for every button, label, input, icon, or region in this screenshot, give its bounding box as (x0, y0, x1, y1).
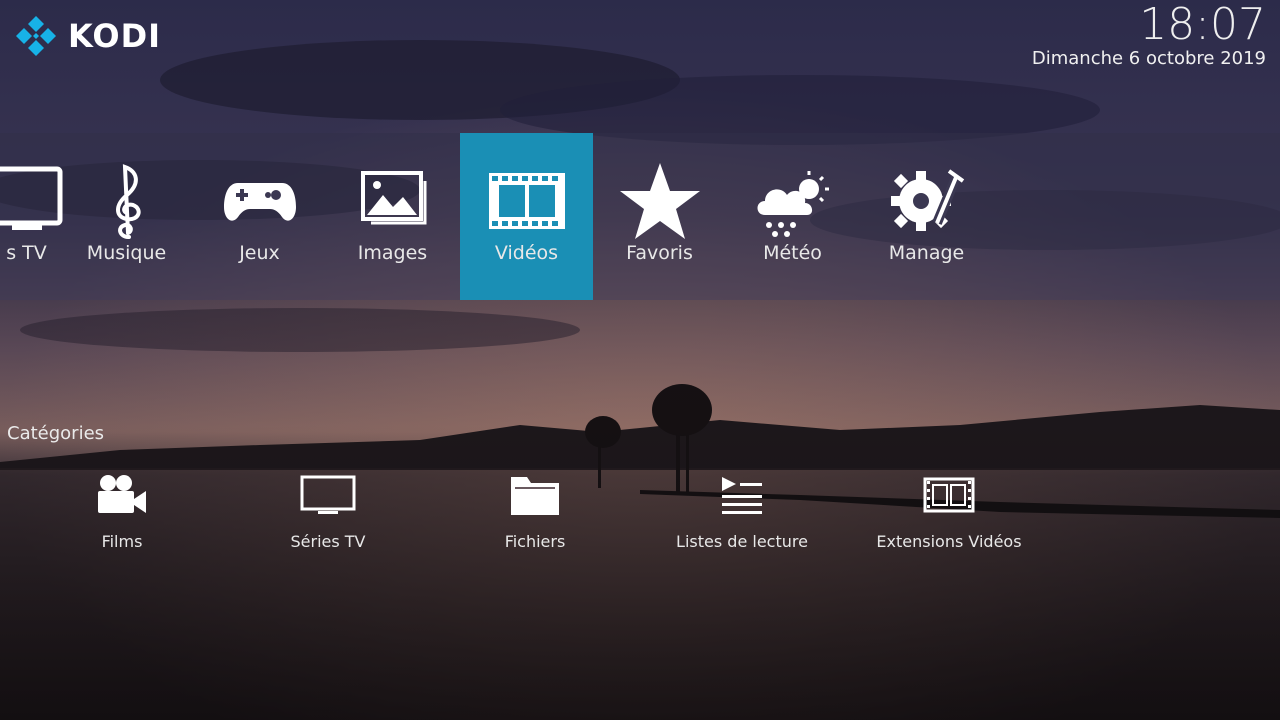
category-label: Extensions Vidéos (876, 532, 1022, 551)
clock-time: 18:07 (1139, 0, 1266, 50)
category-playlists[interactable]: Listes de lecture (662, 470, 822, 551)
film-icon (923, 477, 975, 513)
menu-item-music[interactable]: Musique (60, 133, 193, 300)
menu-item-label: Vidéos (494, 242, 559, 264)
categories-title: Catégories (7, 423, 105, 444)
images-icon (360, 171, 426, 225)
menu-item-label: Météo (763, 242, 822, 264)
folder-icon (511, 477, 559, 515)
music-icon (115, 164, 141, 239)
category-files[interactable]: Fichiers (455, 470, 615, 551)
menu-item-images[interactable]: Images (326, 133, 459, 300)
menu-item-favourites[interactable]: Favoris (593, 133, 726, 300)
category-label: Listes de lecture (676, 532, 808, 551)
clock: 18:07 Dimanche 6 octobre 2019 (1032, 0, 1266, 69)
clock-date: Dimanche 6 octobre 2019 (1031, 48, 1266, 69)
category-label: Séries TV (290, 532, 366, 551)
kodi-logo-icon (16, 16, 56, 56)
category-tv-shows[interactable]: Séries TV (248, 470, 408, 551)
menu-item-label: Images (357, 242, 428, 264)
playlist-icon (722, 477, 762, 514)
menu-item-label: Jeux (239, 242, 280, 264)
menu-item-manage[interactable]: Manage (860, 133, 993, 300)
menu-item-label: Favoris (626, 242, 693, 264)
menu-item-label: Manage (888, 242, 965, 264)
star-icon (619, 163, 700, 239)
menu-item-games[interactable]: Jeux (193, 133, 326, 300)
brand-name: KODI (68, 17, 162, 55)
category-video-addons[interactable]: Extensions Vidéos (869, 470, 1029, 551)
category-label: Fichiers (504, 532, 566, 551)
category-films[interactable]: Films (42, 470, 202, 551)
header: KODI 18:07 Dimanche 6 octobre 2019 (0, 0, 1280, 80)
video-camera-icon (98, 475, 146, 513)
category-label: Films (101, 532, 143, 551)
kodi-logo[interactable]: KODI (14, 14, 161, 58)
manage-icon (890, 169, 964, 231)
menu-item-label: Musique (86, 242, 167, 264)
tv-icon (300, 475, 356, 514)
gamepad-icon (223, 183, 296, 221)
menu-item-videos[interactable]: Vidéos (460, 133, 593, 300)
film-icon (488, 173, 565, 229)
menu-item-weather[interactable]: Météo (726, 133, 859, 300)
weather-icon (757, 171, 829, 237)
